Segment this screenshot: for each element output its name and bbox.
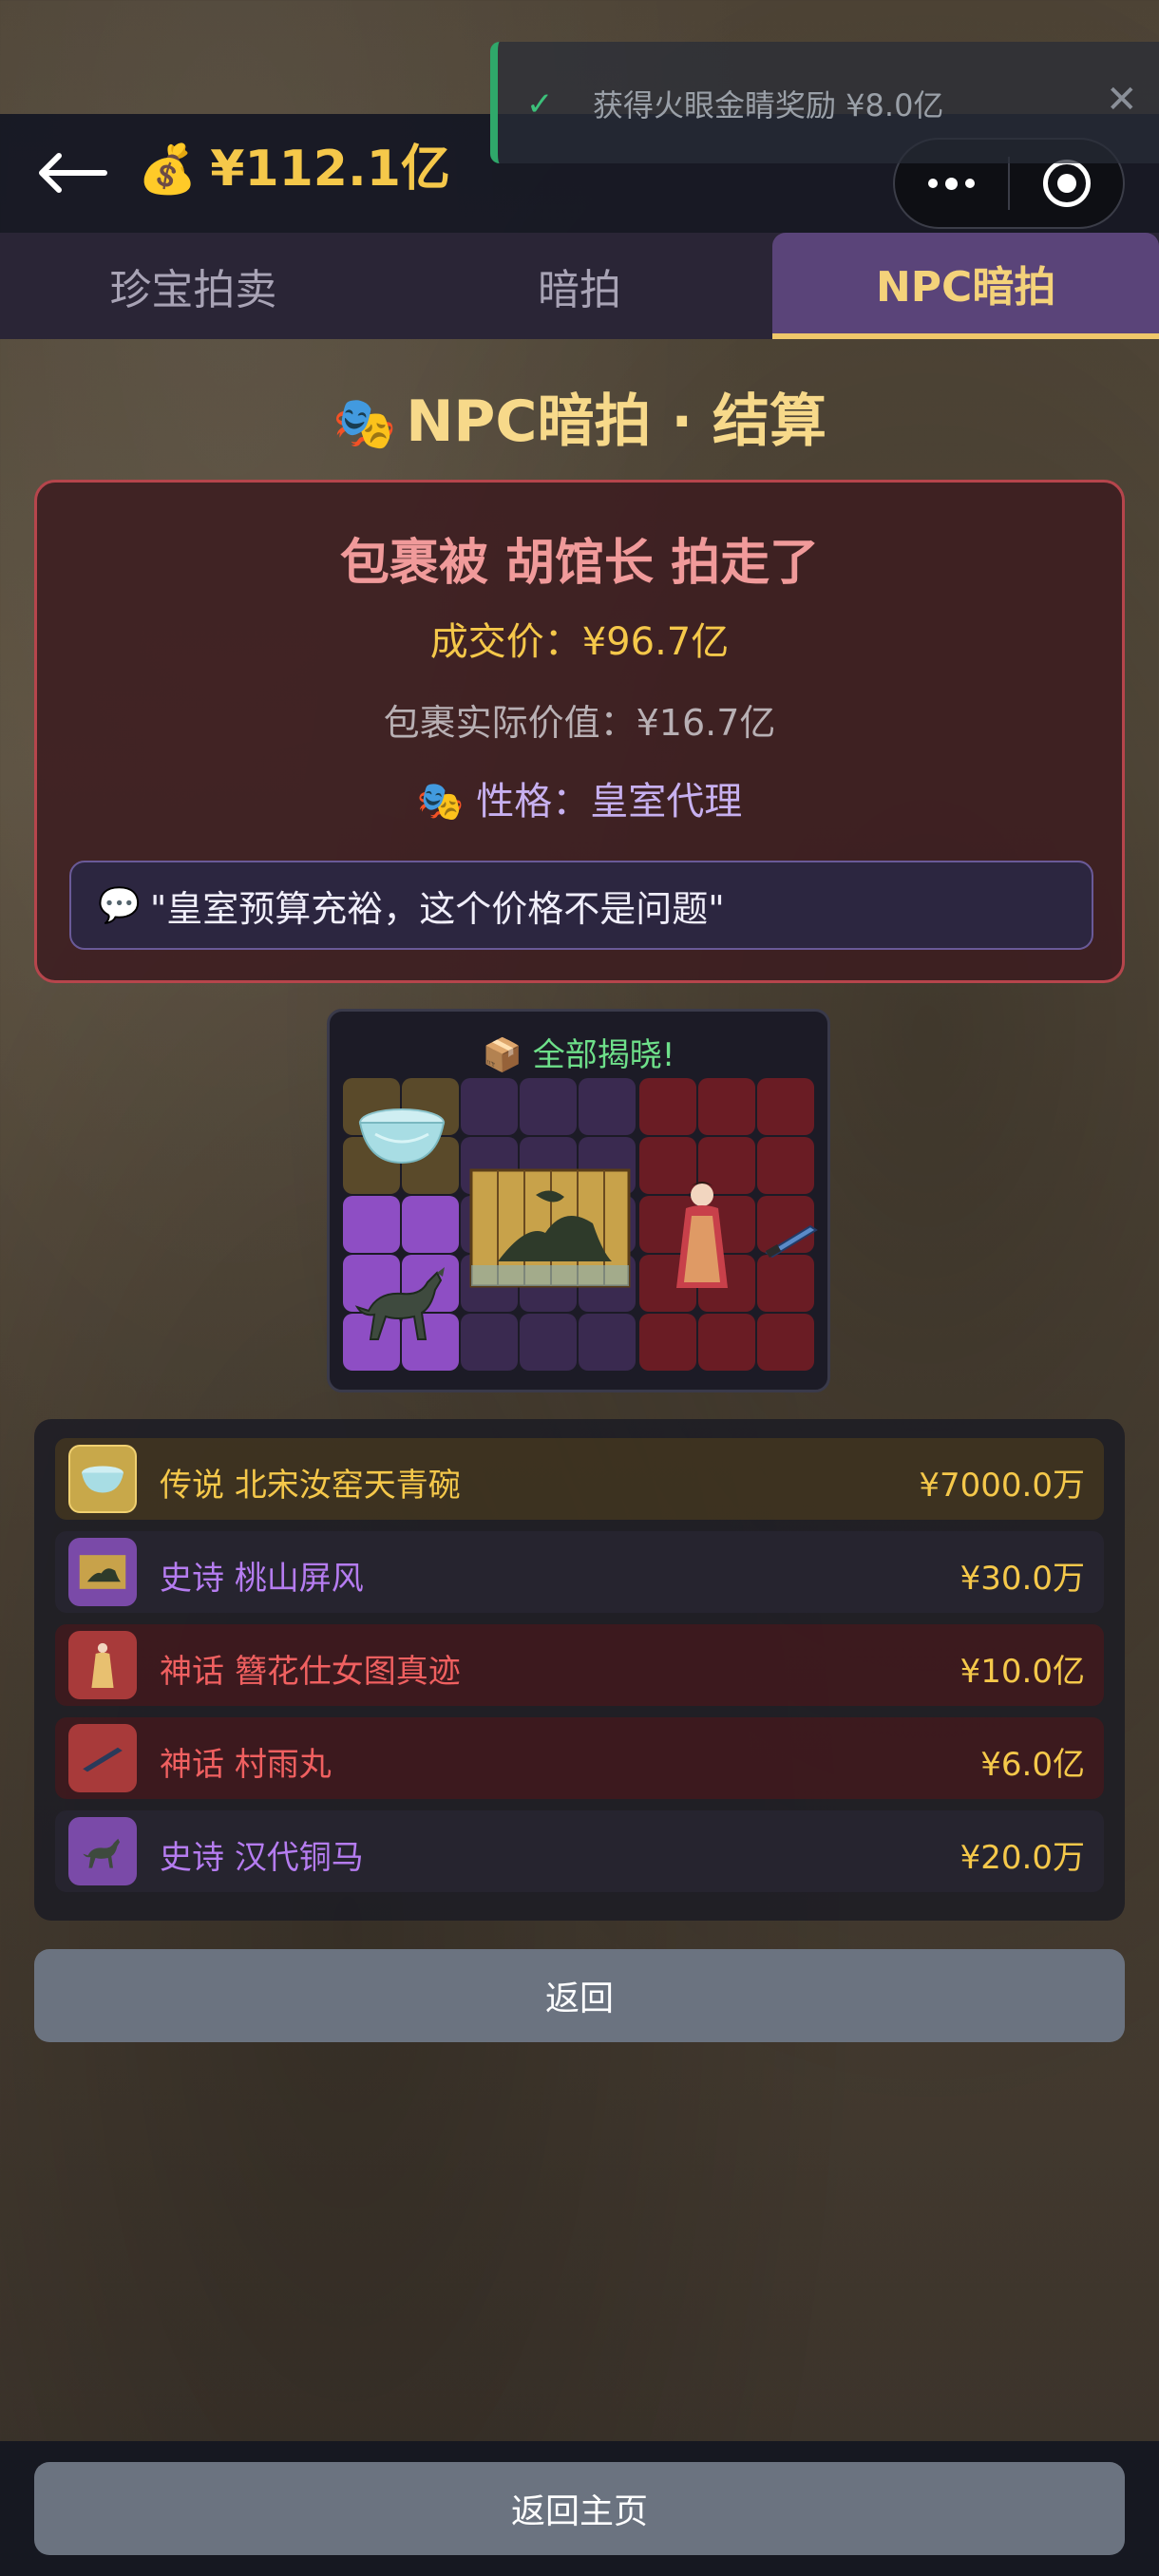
close-icon[interactable]: ✕ (1106, 78, 1138, 122)
quote-text: "皇室预算充裕，这个价格不是问题" (149, 887, 725, 930)
folding-screen-icon[interactable] (466, 1162, 634, 1295)
speech-bubble-icon: 💬 (98, 886, 141, 925)
money-amount: ¥112.1亿 (210, 141, 450, 198)
reveal-grid-panel: 📦 全部揭晓! (327, 1009, 830, 1392)
winner-headline: 包裹被 胡馆长 拍走了 (339, 535, 820, 592)
celadon-bowl-icon (68, 1445, 137, 1513)
npc-quote: 💬 "皇室预算充裕，这个价格不是问题" (69, 861, 1093, 950)
katana-icon (68, 1724, 137, 1792)
list-item[interactable]: 史诗 桃山屏风 ¥30.0万 (55, 1531, 1104, 1613)
persona-text: 性格：皇室代理 (476, 780, 743, 824)
bottom-bar: 返回主页 (0, 2441, 1159, 2576)
money-bag-icon: 💰 (138, 142, 198, 197)
item-name: 传说 北宋汝窑天青碗 (160, 1467, 461, 1505)
package-icon: 📦 (482, 1036, 522, 1074)
check-icon: ✓ (526, 85, 554, 123)
item-price: ¥7000.0万 (919, 1467, 1085, 1505)
item-list: 传说 北宋汝窑天青碗 ¥7000.0万 史诗 桃山屏风 ¥30.0万 神话 簪花… (34, 1419, 1125, 1921)
court-lady-painting-icon (68, 1631, 137, 1699)
npc-persona: 🎭 性格：皇室代理 (37, 770, 1122, 825)
katana-icon[interactable] (761, 1211, 822, 1268)
reward-toast: ✓ 获得火眼金睛奖励 ¥8.0亿 ✕ (490, 42, 1159, 163)
theater-mask-icon: 🎭 (332, 393, 397, 453)
toast-message: 获得火眼金睛奖励 ¥8.0亿 (593, 87, 944, 123)
page-title: 🎭 NPC暗拍 · 结算 (0, 375, 1159, 458)
item-price: ¥20.0万 (960, 1839, 1085, 1877)
item-name: 神话 村雨丸 (160, 1746, 332, 1784)
actual-value: 包裹实际价值：¥16.7亿 (383, 702, 776, 744)
item-price: ¥10.0亿 (960, 1653, 1085, 1691)
bronze-horse-icon[interactable] (343, 1240, 461, 1363)
home-button[interactable]: 返回主页 (34, 2462, 1125, 2555)
list-item[interactable]: 史诗 汉代铜马 ¥20.0万 (55, 1810, 1104, 1892)
item-name: 史诗 桃山屏风 (160, 1560, 364, 1598)
back-arrow-icon[interactable] (36, 152, 108, 194)
tab-blind-auction[interactable]: 暗拍 (387, 233, 773, 339)
item-name: 史诗 汉代铜马 (160, 1839, 364, 1877)
tab-bar: 珍宝拍卖 暗拍 NPC暗拍 (0, 233, 1159, 339)
folding-screen-icon (68, 1538, 137, 1606)
money-display: 💰 ¥112.1亿 (138, 141, 450, 198)
bronze-horse-icon (68, 1817, 137, 1885)
inventory-grid (343, 1078, 818, 1382)
tab-treasure-auction[interactable]: 珍宝拍卖 (0, 233, 387, 339)
celadon-bowl-icon[interactable] (352, 1097, 451, 1173)
deal-price: 成交价：¥96.7亿 (429, 620, 730, 664)
list-item[interactable]: 神话 簪花仕女图真迹 ¥10.0亿 (55, 1624, 1104, 1706)
reveal-title: 📦 全部揭晓! (330, 1029, 827, 1075)
item-price: ¥30.0万 (960, 1560, 1085, 1598)
tab-npc-blind-auction[interactable]: NPC暗拍 (772, 233, 1159, 339)
item-name: 神话 簪花仕女图真迹 (160, 1653, 461, 1691)
reveal-title-text: 全部揭晓! (532, 1036, 675, 1074)
page-title-text: NPC暗拍 · 结算 (406, 388, 827, 455)
court-lady-painting-icon[interactable] (645, 1173, 759, 1297)
list-item[interactable]: 传说 北宋汝窑天青碗 ¥7000.0万 (55, 1438, 1104, 1520)
result-card: 包裹被 胡馆长 拍走了 成交价：¥96.7亿 包裹实际价值：¥16.7亿 🎭 性… (34, 480, 1125, 983)
list-item[interactable]: 神话 村雨丸 ¥6.0亿 (55, 1717, 1104, 1799)
back-button[interactable]: 返回 (34, 1949, 1125, 2042)
theater-mask-icon: 🎭 (416, 780, 465, 824)
item-price: ¥6.0亿 (980, 1746, 1085, 1784)
